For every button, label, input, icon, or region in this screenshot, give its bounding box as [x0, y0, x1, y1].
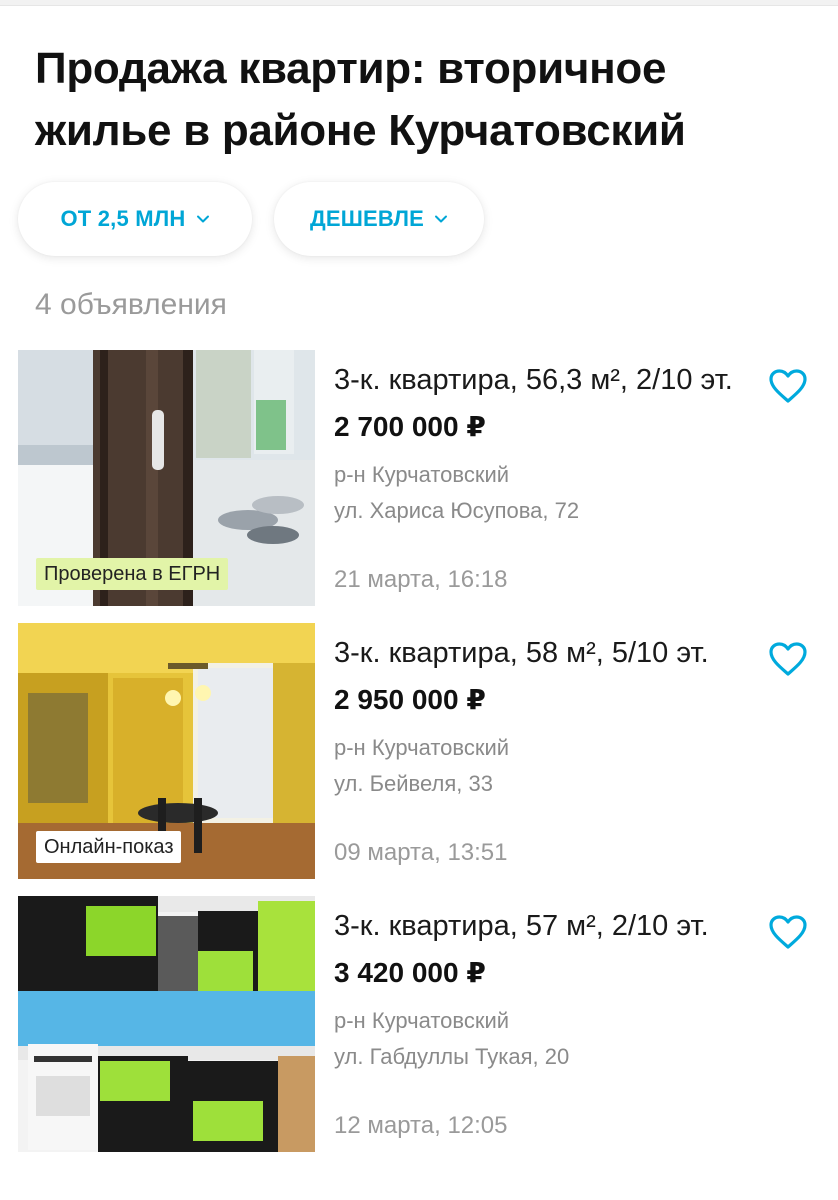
- sort-button[interactable]: ДЕШЕВЛЕ: [274, 182, 484, 256]
- listing-street: ул. Габдуллы Тукая, 20: [334, 1044, 570, 1069]
- online-viewing-badge: Онлайн-показ: [36, 831, 182, 863]
- listing-date: 09 марта, 13:51: [334, 839, 508, 866]
- listing-district: р-н Курчатовский: [334, 462, 510, 487]
- listing-date: 12 марта, 12:05: [334, 1112, 508, 1139]
- listing-heading[interactable]: 3-к. квартира, 56,3 м², 2/10 эт.: [334, 364, 733, 397]
- listing-price: 2 950 000 ₽: [334, 684, 486, 715]
- price-filter-label: ОТ 2,5 МЛН: [60, 206, 186, 231]
- chevron-down-icon: [196, 215, 209, 223]
- chevron-down-icon: [434, 215, 447, 223]
- listing-date: 21 марта, 16:18: [334, 566, 508, 593]
- listing-price: 3 420 000 ₽: [334, 957, 486, 988]
- listing-district: р-н Курчатовский: [334, 735, 510, 760]
- price-filter-button[interactable]: ОТ 2,5 МЛН: [18, 182, 252, 256]
- listing-street: ул. Бейвеля, 33: [334, 771, 493, 796]
- heart-icon[interactable]: [768, 914, 808, 950]
- listing-price: 2 700 000 ₽: [334, 411, 486, 442]
- listing-heading[interactable]: 3-к. квартира, 58 м², 5/10 эт.: [334, 637, 709, 670]
- listing-count: 4 объявления: [35, 288, 227, 321]
- listing-card[interactable]: 3-к. квартира, 57 м², 2/10 эт. 3 420 000…: [18, 896, 820, 1152]
- listing-district: р-н Курчатовский: [334, 1008, 510, 1033]
- listing-info: 3-к. квартира, 58 м², 5/10 эт. 2 950 000…: [334, 623, 774, 879]
- page-title: Продажа квартир: вторичное жилье в район…: [35, 44, 686, 155]
- egrn-verified-badge: Проверена в ЕГРН: [36, 558, 229, 590]
- listing-heading[interactable]: 3-к. квартира, 57 м², 2/10 эт.: [334, 910, 709, 943]
- listing-info: 3-к. квартира, 56,3 м², 2/10 эт. 2 700 0…: [334, 350, 774, 606]
- top-bar: [0, 0, 838, 6]
- sort-label: ДЕШЕВЛЕ: [310, 206, 424, 231]
- heart-icon[interactable]: [768, 368, 808, 404]
- listing-info: 3-к. квартира, 57 м², 2/10 эт. 3 420 000…: [334, 896, 774, 1152]
- listing-street: ул. Хариса Юсупова, 72: [334, 498, 580, 523]
- listing-card[interactable]: Проверена в ЕГРН 3-к. квартира, 56,3 м²,…: [18, 350, 820, 606]
- listing-card[interactable]: Онлайн-показ 3-к. квартира, 58 м², 5/10 …: [18, 623, 820, 879]
- listing-photo[interactable]: [18, 896, 315, 1152]
- heart-icon[interactable]: [768, 641, 808, 677]
